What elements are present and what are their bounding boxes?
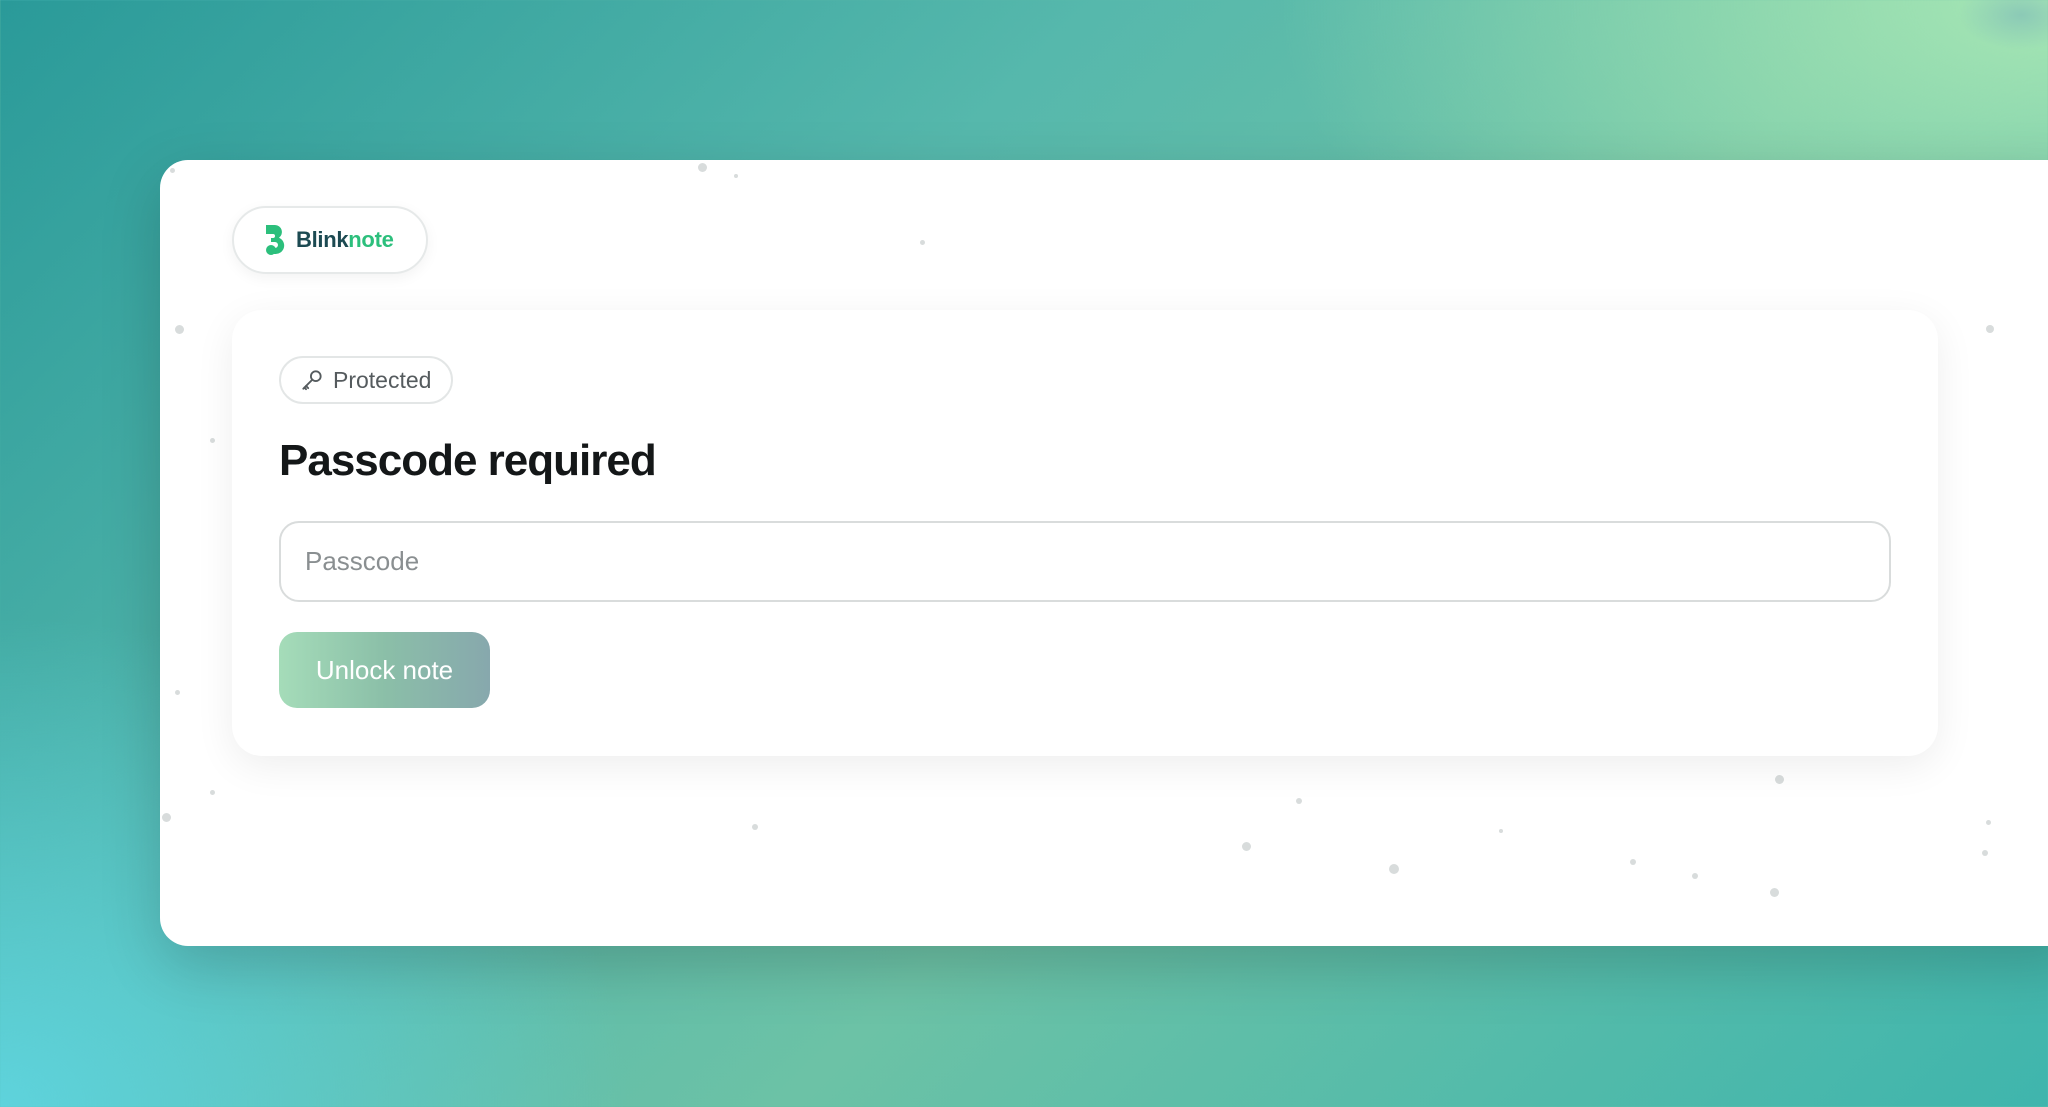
- decorative-dot: [698, 163, 707, 172]
- page-title: Passcode required: [279, 436, 657, 485]
- decorative-dot: [175, 325, 184, 334]
- decorative-dot: [1770, 888, 1779, 897]
- decorative-dot: [1242, 842, 1251, 851]
- passcode-input[interactable]: [279, 521, 1891, 602]
- decorative-dot: [1982, 850, 1988, 856]
- passcode-card: Protected Passcode required Unlock note: [232, 310, 1938, 756]
- decorative-dot: [1692, 873, 1698, 879]
- decorative-dot: [1389, 864, 1399, 874]
- decorative-dot: [162, 813, 171, 822]
- decorative-dot: [920, 240, 925, 245]
- decorative-dot: [210, 790, 215, 795]
- protected-badge: Protected: [279, 356, 454, 404]
- decorative-dot: [1775, 775, 1784, 784]
- background-decoration: [1958, 0, 2048, 50]
- protected-badge-label: Protected: [333, 366, 432, 393]
- decorative-dot: [1499, 829, 1503, 833]
- brand-name: Blinknote: [296, 227, 394, 252]
- browser-window: Blinknote Protected Passcode required Un…: [160, 160, 2048, 946]
- decorative-dot: [1296, 798, 1302, 804]
- decorative-dot: [175, 690, 180, 695]
- decorative-dot: [1986, 820, 1991, 825]
- key-icon: [302, 370, 322, 391]
- decorative-dot: [170, 168, 175, 173]
- decorative-dot: [210, 438, 215, 443]
- decorative-dot: [1986, 325, 1994, 333]
- blinknote-logo-icon: [266, 225, 285, 255]
- brand-logo[interactable]: Blinknote: [232, 206, 428, 274]
- decorative-dot: [1630, 859, 1636, 865]
- decorative-dot: [752, 824, 758, 830]
- unlock-note-button[interactable]: Unlock note: [279, 632, 490, 708]
- decorative-dot: [734, 174, 738, 178]
